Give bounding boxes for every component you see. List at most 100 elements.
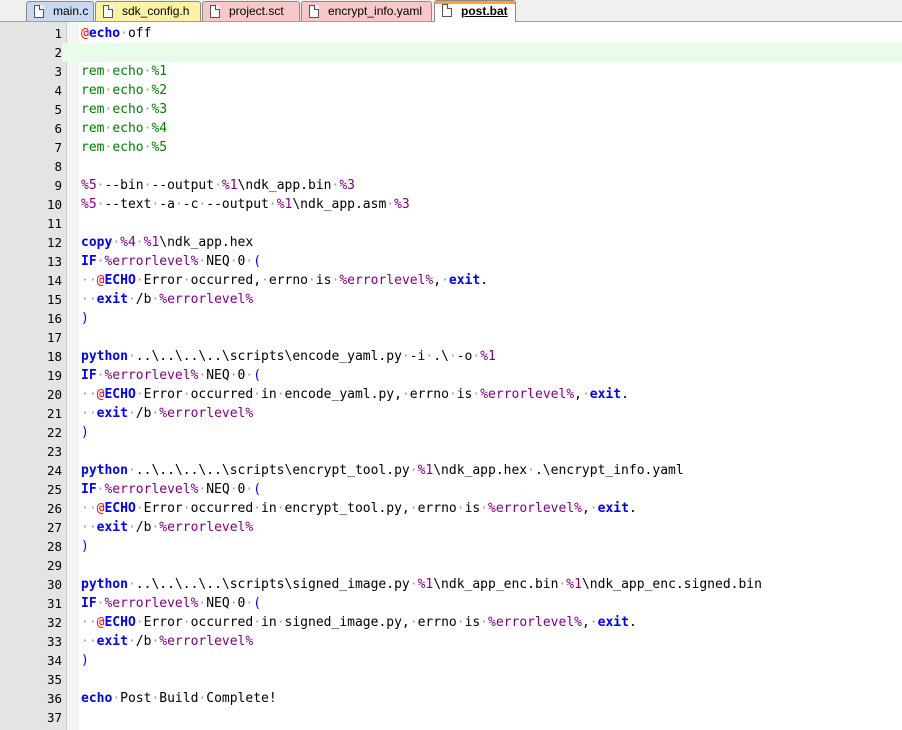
code-text: IF·%errorlevel%·NEQ·0·( <box>81 596 262 611</box>
line-number: 35 <box>46 672 62 687</box>
code-text: rem·echo·%4 <box>81 121 168 136</box>
file-icon <box>210 5 220 18</box>
line-number: 30 <box>46 577 62 592</box>
code-line[interactable]: 29 <box>0 556 902 575</box>
code-text: python·..\..\..\..\scripts\encrypt_tool.… <box>81 463 684 478</box>
line-number: 1 <box>54 26 62 41</box>
code-line[interactable]: 3 rem·echo·%1 <box>0 62 902 81</box>
code-line[interactable]: 31 IF·%errorlevel%·NEQ·0·( <box>0 594 902 613</box>
line-number: 18 <box>46 349 62 364</box>
code-text: rem·echo·%3 <box>81 102 168 117</box>
code-line[interactable]: 16) <box>0 309 902 328</box>
code-text: ··exit·/b·%errorlevel% <box>81 634 254 649</box>
code-line[interactable]: 5 rem·echo·%3 <box>0 100 902 119</box>
file-icon <box>103 5 113 18</box>
code-text: ) <box>81 539 89 554</box>
line-number: 13 <box>46 254 62 269</box>
code-line[interactable]: 15 ··exit·/b·%errorlevel% <box>0 290 902 309</box>
code-line[interactable]: 34) <box>0 651 902 670</box>
code-text: copy·%4·%1\ndk_app.hex <box>81 235 254 250</box>
code-text: rem·echo·%1 <box>81 64 168 79</box>
line-number: 32 <box>46 615 62 630</box>
code-line[interactable]: 35 <box>0 670 902 689</box>
line-number: 3 <box>54 64 62 79</box>
tab-main-c[interactable]: main.c <box>26 1 94 21</box>
line-number: 7 <box>54 140 62 155</box>
line-number: 36 <box>46 691 62 706</box>
code-line[interactable]: 17 <box>0 328 902 347</box>
line-number: 9 <box>54 178 62 193</box>
code-line[interactable]: 33 ··exit·/b·%errorlevel% <box>0 632 902 651</box>
code-line[interactable]: 28) <box>0 537 902 556</box>
code-line[interactable]: 25 IF·%errorlevel%·NEQ·0·( <box>0 480 902 499</box>
code-line[interactable]: 7 rem·echo·%5 <box>0 138 902 157</box>
line-number: 19 <box>46 368 62 383</box>
code-editor[interactable]: 1 @echo·off 2 3 rem·echo·%1 4 rem·echo·%2 5 rem·… <box>0 24 902 727</box>
code-line[interactable]: 21 ··exit·/b·%errorlevel% <box>0 404 902 423</box>
tab-post-bat[interactable]: post.bat <box>434 0 516 22</box>
code-text: IF·%errorlevel%·NEQ·0·( <box>81 482 262 497</box>
code-text: ) <box>81 425 89 440</box>
line-number: 31 <box>46 596 62 611</box>
code-text: ) <box>81 311 89 326</box>
tab-sdk-config-h[interactable]: sdk_config.h <box>95 1 201 21</box>
line-number: 11 <box>46 216 62 231</box>
code-line[interactable]: 10 %5·--text·-a·-c·--output·%1\ndk_app.as… <box>0 195 902 214</box>
line-number: 17 <box>46 330 62 345</box>
code-line[interactable]: 19 IF·%errorlevel%·NEQ·0·( <box>0 366 902 385</box>
tab-label: main.c <box>53 4 89 18</box>
line-number: 6 <box>54 121 62 136</box>
code-text: @echo·off <box>81 26 152 41</box>
code-line[interactable]: 18 python·..\..\..\..\scripts\encode_yaml… <box>0 347 902 366</box>
code-text: echo·Post·Build·Complete! <box>81 691 277 706</box>
file-icon <box>34 5 44 18</box>
line-number: 33 <box>46 634 62 649</box>
code-text: ··@ECHO·Error·occurred,·errno·is·%errorl… <box>81 273 489 288</box>
line-number: 23 <box>46 444 62 459</box>
file-icon <box>442 4 452 17</box>
line-number: 14 <box>46 273 62 288</box>
code-line[interactable]: 30 python·..\..\..\..\scripts\signed_imag… <box>0 575 902 594</box>
code-line[interactable]: 24 python·..\..\..\..\scripts\encrypt_too… <box>0 461 902 480</box>
tab-encrypt-info-yaml[interactable]: encrypt_info.yaml <box>301 1 432 21</box>
code-line[interactable]: 11 <box>0 214 902 233</box>
code-line[interactable]: 12 copy·%4·%1\ndk_app.hex <box>0 233 902 252</box>
code-line[interactable]: 6 rem·echo·%4 <box>0 119 902 138</box>
code-line[interactable]: 8 <box>0 157 902 176</box>
code-text: ··exit·/b·%errorlevel% <box>81 292 254 307</box>
code-line[interactable]: 26 ··@ECHO·Error·occurred·in·encrypt_tool… <box>0 499 902 518</box>
code-line[interactable]: 1 @echo·off <box>0 24 902 43</box>
code-text: %5·--bin·--output·%1\ndk_app.bin·%3 <box>81 178 355 193</box>
code-text: IF·%errorlevel%·NEQ·0·( <box>81 254 262 269</box>
code-line[interactable]: 27 ··exit·/b·%errorlevel% <box>0 518 902 537</box>
code-line[interactable]: 37 <box>0 708 902 727</box>
code-text: python·..\..\..\..\scripts\signed_image.… <box>81 577 762 592</box>
tab-label: project.sct <box>229 4 284 18</box>
code-line[interactable]: 22) <box>0 423 902 442</box>
code-line[interactable]: 14 ··@ECHO·Error·occurred,·errno·is·%erro… <box>0 271 902 290</box>
code-line[interactable]: 9 %5·--bin·--output·%1\ndk_app.bin·%3 <box>0 176 902 195</box>
line-number: 22 <box>46 425 62 440</box>
code-text: ··@ECHO·Error·occurred·in·encode_yaml.py… <box>81 387 629 402</box>
line-number: 16 <box>46 311 62 326</box>
line-number: 29 <box>46 558 62 573</box>
line-number: 20 <box>46 387 62 402</box>
line-number: 27 <box>46 520 62 535</box>
code-line[interactable]: 13 IF·%errorlevel%·NEQ·0·( <box>0 252 902 271</box>
code-line[interactable]: 23 <box>0 442 902 461</box>
line-number: 21 <box>46 406 62 421</box>
line-number: 26 <box>46 501 62 516</box>
tab-project-sct[interactable]: project.sct <box>202 1 300 21</box>
code-text: ··exit·/b·%errorlevel% <box>81 520 254 535</box>
line-number: 12 <box>46 235 62 250</box>
line-number: 5 <box>54 102 62 117</box>
code-text: ) <box>81 653 89 668</box>
line-number: 15 <box>46 292 62 307</box>
code-line[interactable]: 20 ··@ECHO·Error·occurred·in·encode_yaml.… <box>0 385 902 404</box>
code-line[interactable]: 4 rem·echo·%2 <box>0 81 902 100</box>
code-line[interactable]: 2 <box>0 43 902 62</box>
code-text: rem·echo·%5 <box>81 140 168 155</box>
code-line[interactable]: 36 echo·Post·Build·Complete! <box>0 689 902 708</box>
code-line[interactable]: 32 ··@ECHO·Error·occurred·in·signed_image… <box>0 613 902 632</box>
code-text: IF·%errorlevel%·NEQ·0·( <box>81 368 262 383</box>
